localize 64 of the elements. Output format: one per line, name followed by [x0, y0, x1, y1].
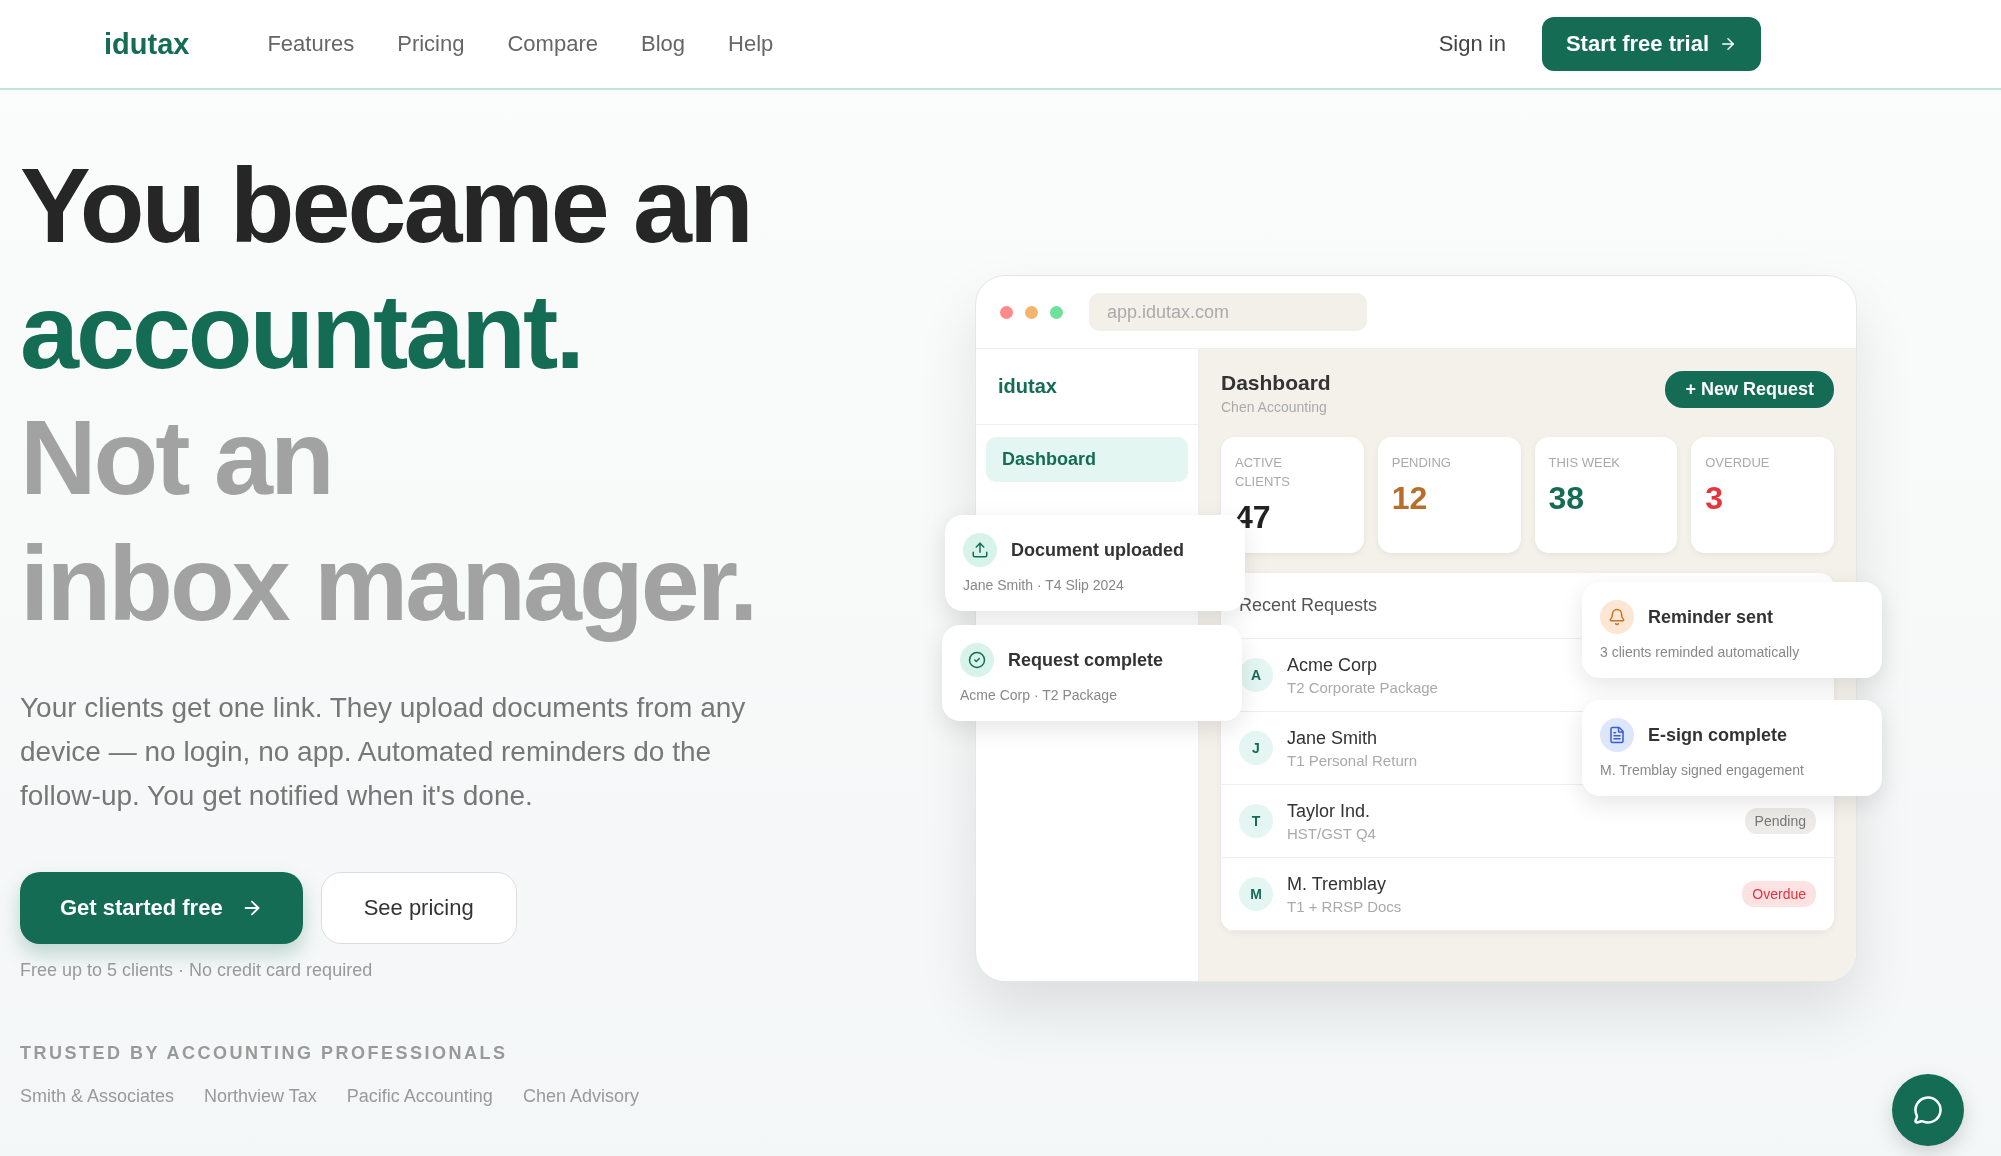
minimize-dot [1025, 305, 1038, 319]
headline: accountant. [20, 271, 582, 392]
headline: You became an [20, 145, 751, 266]
arrow-right-icon [1719, 35, 1737, 53]
avatar: M [1239, 877, 1273, 911]
client-name: Taylor Ind. [1287, 800, 1372, 822]
nav-link[interactable]: Compare [507, 31, 598, 57]
bell-icon [1600, 600, 1634, 634]
notification-title: Request complete [1008, 649, 1164, 671]
stat-label: THIS WEEK [1548, 454, 1621, 472]
request-detail: HST/GST Q4 [1287, 824, 1376, 842]
stat-label: PENDING [1391, 454, 1452, 472]
firm-name: Chen Accounting [1221, 399, 1328, 415]
dashboard-title: Dashboard [1221, 371, 1331, 395]
nav-link[interactable]: Features [267, 31, 355, 57]
sidebar-item[interactable]: Dashboard [986, 437, 1188, 482]
stat-value: 38 [1548, 480, 1586, 517]
request-detail: T1 Personal Return [1287, 751, 1418, 769]
upload-icon [963, 533, 997, 567]
nav-link[interactable]: Pricing [397, 31, 465, 57]
request-row[interactable]: M M. Tremblay T1 + RRSP Docs Overdue [1221, 858, 1834, 931]
check-circle-icon [960, 643, 994, 677]
note: Free up to 5 clients · No credit card required [20, 960, 374, 981]
notification-title: E-sign complete [1648, 724, 1788, 746]
company-name: Smith & Associates [20, 1086, 175, 1107]
client-name: Jane Smith [1287, 727, 1379, 749]
document-icon [1600, 718, 1634, 752]
close-dot [1000, 305, 1013, 319]
stat-label: ACTIVE CLIENTS [1235, 454, 1291, 491]
description: Your clients get one link. They upload documents from any device — no login, no app. Automated reminders do the follow-up. You get notified when it's done. [20, 691, 747, 813]
notification-detail: Acme Corp · T2 Package [960, 687, 1118, 703]
notification-detail: 3 clients reminded automatically [1600, 644, 1801, 660]
new-request-button[interactable]: + New Request [1665, 371, 1834, 408]
stat-value: 3 [1705, 480, 1725, 517]
notification-detail: Jane Smith · T4 Slip 2024 [963, 577, 1125, 593]
client-name: M. Tremblay [1287, 873, 1388, 895]
avatar: J [1239, 731, 1273, 765]
stat-value: 12 [1391, 480, 1429, 517]
stat-label: OVERDUE [1705, 454, 1771, 472]
company-name: Chen Advisory [522, 1086, 639, 1107]
avatar: T [1239, 804, 1273, 838]
status-badge: Pending [1744, 808, 1816, 834]
sidebar-logo: idutax [976, 349, 1198, 425]
company-name: Pacific Accounting [346, 1086, 493, 1107]
status-badge: Overdue [1742, 881, 1816, 907]
trusted-label: TRUSTED BY ACCOUNTING PROFESSIONALS [20, 1043, 509, 1064]
start-trial-button[interactable]: Start free trial [1541, 17, 1761, 71]
maximize-dot [1050, 305, 1063, 319]
client-name: Acme Corp [1287, 654, 1379, 676]
logo[interactable]: idutax [104, 27, 190, 61]
request-detail: T2 Corporate Package [1287, 678, 1438, 696]
headline: Not an [20, 397, 332, 518]
sign-in-link[interactable]: Sign in [1438, 31, 1506, 57]
notification-title: Document uploaded [1011, 539, 1184, 561]
notification-title: Reminder sent [1648, 606, 1774, 628]
see-pricing-button[interactable]: See pricing [320, 872, 517, 944]
request-detail: T1 + RRSP Docs [1287, 897, 1402, 915]
chat-icon [1913, 1095, 1943, 1125]
headline: inbox manager. [20, 523, 756, 644]
get-started-button[interactable]: Get started free [20, 872, 303, 944]
nav-link[interactable]: Blog [640, 31, 685, 57]
company-name: Northview Tax [204, 1086, 317, 1107]
notification-detail: M. Tremblay signed engagement [1600, 762, 1805, 778]
nav-link[interactable]: Help [728, 31, 774, 57]
